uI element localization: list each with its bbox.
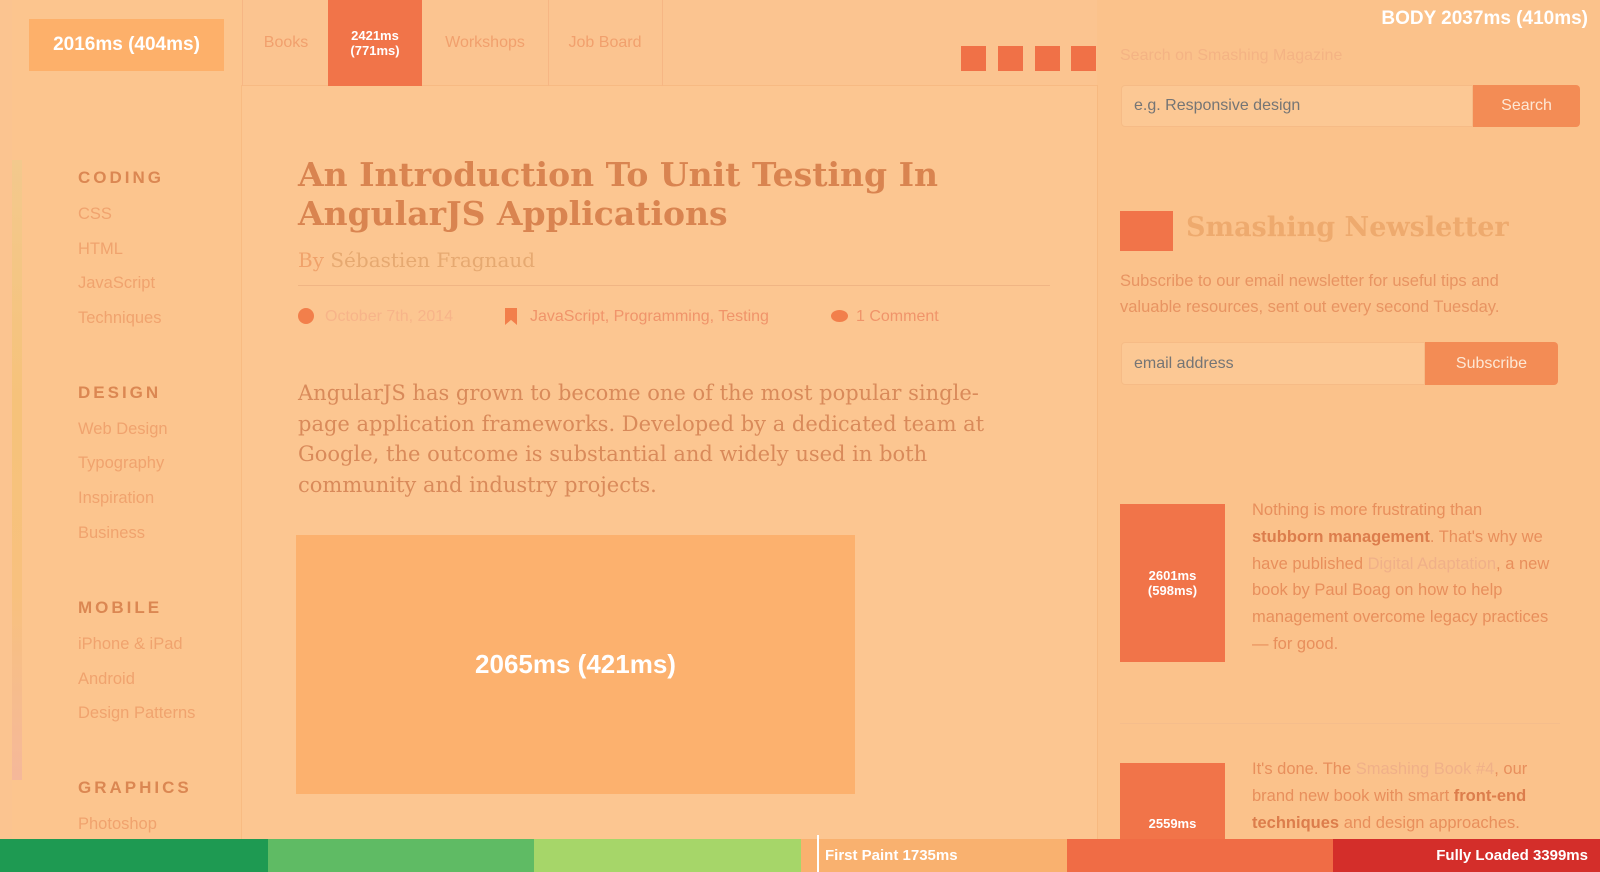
category-link-inspiration[interactable]: Inspiration bbox=[78, 489, 154, 508]
first-paint-segment: First Paint 1735ms bbox=[801, 839, 1067, 872]
author-link[interactable]: Sébastien Fragnaud bbox=[330, 248, 535, 272]
category-link-photoshop[interactable]: Photoshop bbox=[78, 815, 157, 834]
nav-timing-line1: 2421ms bbox=[351, 28, 399, 43]
nav-timing-badge[interactable]: 2421ms (771ms) bbox=[328, 0, 422, 86]
article-byline: By Sébastien Fragnaud bbox=[298, 248, 535, 272]
social-icon-2[interactable] bbox=[998, 46, 1023, 71]
search-input[interactable] bbox=[1121, 85, 1473, 127]
promo-1-timing-line2: (598ms) bbox=[1147, 583, 1198, 598]
promo-text-1: Nothing is more frustrating than stubbor… bbox=[1252, 497, 1552, 658]
category-heading-design: DESIGN bbox=[78, 383, 162, 402]
promo-2-text-before: It's done. The bbox=[1252, 760, 1356, 778]
article-date: October 7th, 2014 bbox=[325, 308, 454, 325]
promo-1-timing-line1: 2601ms bbox=[1148, 568, 1197, 583]
search-label: Search on Smashing Magazine bbox=[1120, 47, 1343, 64]
category-link-typography[interactable]: Typography bbox=[78, 454, 164, 473]
body-timer: BODY 2037ms (410ms) bbox=[1381, 8, 1588, 29]
promo-2-link[interactable]: Smashing Book #4 bbox=[1356, 760, 1495, 778]
timeline-segment-3 bbox=[534, 839, 801, 872]
promo-divider bbox=[1120, 723, 1560, 724]
article-divider bbox=[298, 285, 1050, 286]
newsletter-description: Subscribe to our email newsletter for us… bbox=[1120, 272, 1500, 316]
category-link-web-design[interactable]: Web Design bbox=[78, 420, 168, 439]
category-link-iphone-ipad[interactable]: iPhone & iPad bbox=[78, 635, 183, 654]
category-link-html[interactable]: HTML bbox=[78, 240, 123, 259]
byline-prefix: By bbox=[298, 248, 324, 272]
promo-1-text-before: Nothing is more frustrating than bbox=[1252, 501, 1483, 519]
category-heading-coding: CODING bbox=[78, 168, 164, 187]
subscribe-button[interactable]: Subscribe bbox=[1425, 342, 1558, 385]
article-intro: AngularJS has grown to become one of the… bbox=[298, 381, 985, 497]
category-link-javascript[interactable]: JavaScript bbox=[78, 274, 155, 293]
logo-timing-badge[interactable]: 2016ms (404ms) bbox=[29, 19, 224, 71]
nav-job-board[interactable]: Job Board bbox=[548, 0, 663, 86]
category-link-android[interactable]: Android bbox=[78, 670, 135, 689]
article-hero-image: 2065ms (421ms) bbox=[296, 535, 855, 794]
category-heading-mobile: MOBILE bbox=[78, 598, 163, 617]
comment-icon bbox=[831, 310, 848, 322]
social-icon-1[interactable] bbox=[961, 46, 986, 71]
social-icon-4[interactable] bbox=[1071, 46, 1096, 71]
category-link-design-patterns[interactable]: Design Patterns bbox=[78, 704, 195, 723]
clock-icon bbox=[298, 308, 314, 324]
nav-books[interactable]: Books bbox=[242, 0, 330, 86]
timeline-segment-5 bbox=[1067, 839, 1333, 872]
promo-1-bold: stubborn management bbox=[1252, 527, 1430, 546]
first-paint-marker bbox=[817, 835, 819, 872]
search-button[interactable]: Search bbox=[1473, 85, 1580, 127]
category-link-css[interactable]: CSS bbox=[78, 205, 112, 224]
social-icon-3[interactable] bbox=[1035, 46, 1060, 71]
timeline-segment-1 bbox=[0, 839, 268, 872]
article-comments-link[interactable]: 1 Comment bbox=[856, 308, 939, 326]
category-link-techniques[interactable]: Techniques bbox=[78, 309, 161, 328]
left-color-strip bbox=[12, 160, 22, 780]
category-heading-graphics: GRAPHICS bbox=[78, 778, 192, 797]
newsletter-icon bbox=[1120, 211, 1173, 251]
promo-book-image-1[interactable]: 2601ms (598ms) bbox=[1120, 504, 1225, 662]
category-link-business[interactable]: Business bbox=[78, 524, 145, 543]
newsletter-email-input[interactable] bbox=[1121, 342, 1425, 385]
fully-loaded-segment: Fully Loaded 3399ms bbox=[1333, 839, 1600, 872]
nav-timing-line2: (771ms) bbox=[350, 43, 400, 58]
load-timeline: First Paint 1735ms Fully Loaded 3399ms bbox=[0, 839, 1600, 872]
article-title[interactable]: An Introduction To Unit Testing In Angul… bbox=[298, 155, 1038, 233]
promo-2-text-after: and design approaches. bbox=[1339, 813, 1520, 832]
promo-book-image-2[interactable]: 2559ms bbox=[1120, 763, 1225, 839]
article-tags[interactable]: JavaScript, Programming, Testing bbox=[530, 308, 769, 326]
timeline-segment-2 bbox=[268, 839, 534, 872]
promo-1-link[interactable]: Digital Adaptation bbox=[1368, 555, 1496, 573]
promo-text-2: It's done. The Smashing Book #4, our bra… bbox=[1252, 756, 1552, 836]
nav-workshops[interactable]: Workshops bbox=[422, 0, 549, 86]
newsletter-title: Smashing Newsletter bbox=[1186, 212, 1509, 243]
